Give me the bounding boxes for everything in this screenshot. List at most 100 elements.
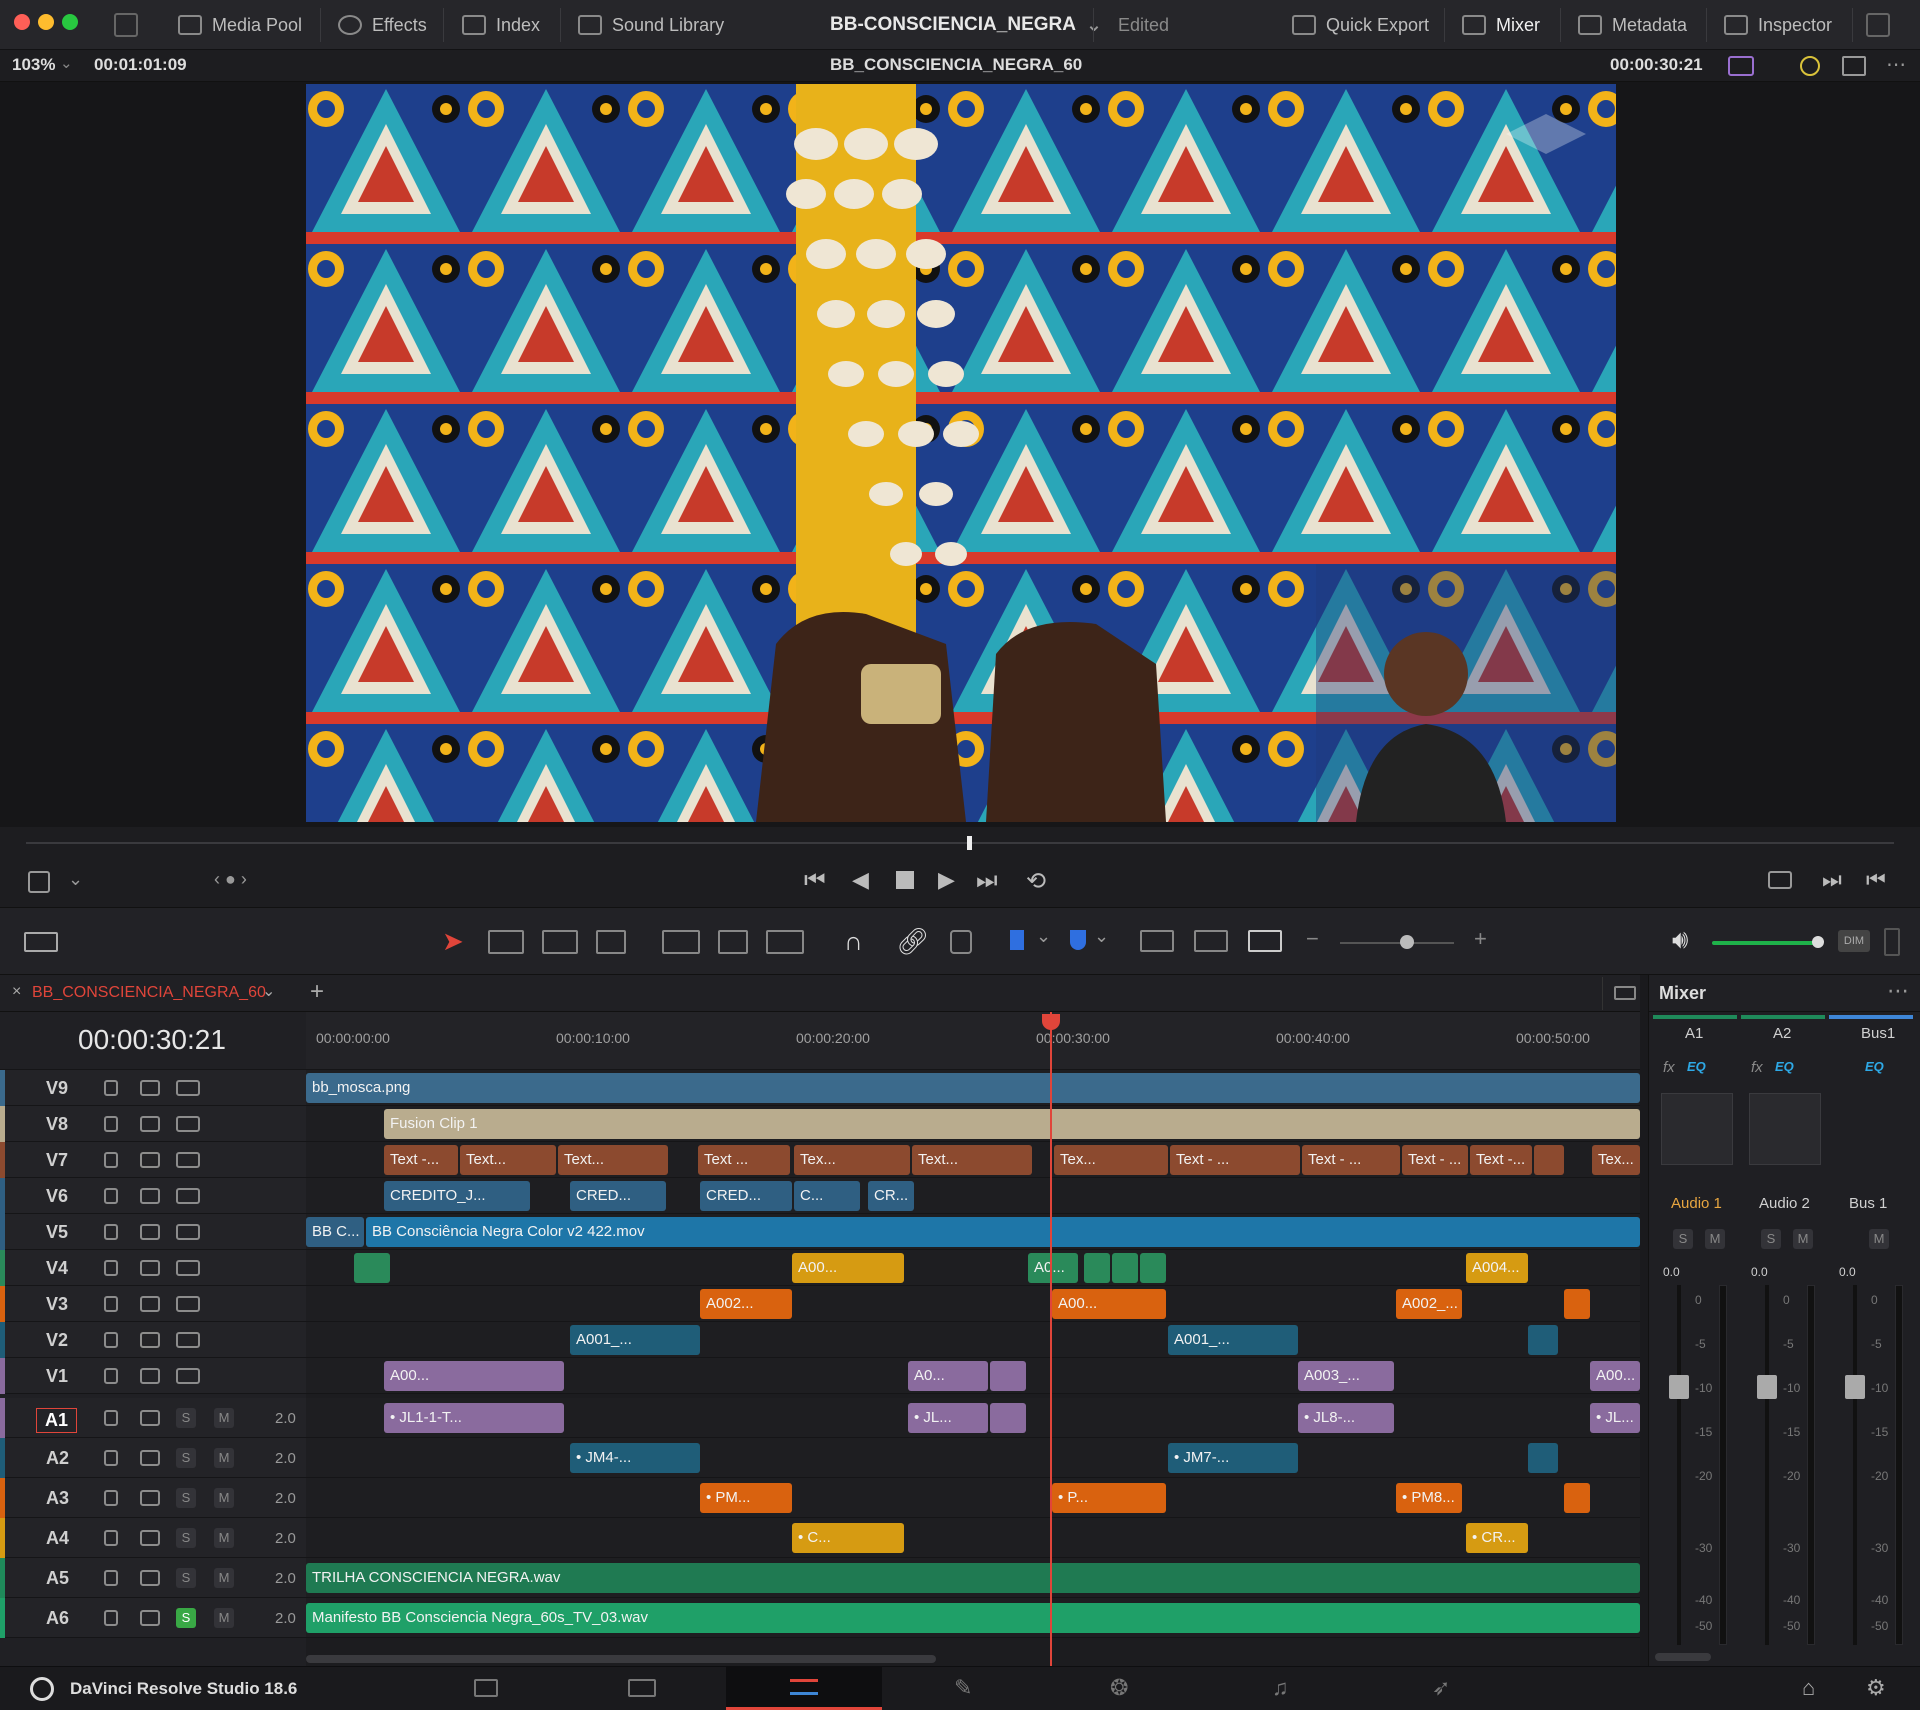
auto-select-icon[interactable] <box>140 1080 160 1096</box>
loop-icon[interactable]: ⟲ <box>1026 867 1046 896</box>
scrubber-playhead[interactable] <box>967 836 972 850</box>
track-header-v1[interactable]: V1 <box>0 1358 306 1394</box>
lock-icon[interactable] <box>104 1332 118 1348</box>
lane-a2[interactable] <box>306 1438 1640 1478</box>
timeline-options-icon[interactable] <box>1614 986 1636 1000</box>
more-options-icon[interactable]: ⋯ <box>1886 52 1906 77</box>
fx-button[interactable]: fx <box>1751 1059 1763 1076</box>
timeline-clip[interactable]: BB C... <box>306 1217 364 1247</box>
effects-button[interactable]: Effects <box>338 0 427 50</box>
timeline-clip[interactable] <box>1528 1443 1558 1473</box>
overwrite-clip-icon[interactable] <box>718 930 748 954</box>
track-enable-icon[interactable] <box>176 1116 200 1132</box>
timeline-clip[interactable]: C... <box>794 1181 860 1211</box>
track-header-v7[interactable]: V7 <box>0 1142 306 1178</box>
fader-handle[interactable] <box>1757 1375 1777 1399</box>
track-enable-icon[interactable] <box>176 1080 200 1096</box>
timeline-clip[interactable] <box>354 1253 390 1283</box>
trim-tool-icon[interactable] <box>488 930 524 954</box>
timeline-clip[interactable]: • CR... <box>1466 1523 1528 1553</box>
timeline-clip[interactable]: CREDITO_J... <box>384 1181 530 1211</box>
track-enable-icon[interactable] <box>176 1224 200 1240</box>
timeline-clip[interactable]: • P... <box>1052 1483 1166 1513</box>
timeline-tab[interactable]: BB_CONSCIENCIA_NEGRA_60 <box>32 984 266 1002</box>
solo-button[interactable]: S <box>176 1448 196 1468</box>
quick-export-button[interactable]: Quick Export <box>1292 0 1429 50</box>
lock-icon[interactable] <box>104 1368 118 1384</box>
timeline-clip[interactable]: A00... <box>1590 1361 1640 1391</box>
timeline-clip[interactable]: Text -... <box>384 1145 458 1175</box>
timeline-clip[interactable]: Text -... <box>1470 1145 1532 1175</box>
solo-button[interactable]: S <box>176 1408 196 1428</box>
lock-icon[interactable] <box>104 1450 118 1466</box>
track-enable-icon[interactable] <box>176 1332 200 1348</box>
auto-select-icon[interactable] <box>140 1490 160 1506</box>
timeline-clip[interactable]: A002_... <box>1396 1289 1462 1319</box>
auto-select-icon[interactable] <box>140 1224 160 1240</box>
metadata-button[interactable]: Metadata <box>1578 0 1687 50</box>
eq-button[interactable]: EQ <box>1687 1059 1706 1074</box>
timeline-clip[interactable]: A00... <box>1052 1289 1166 1319</box>
lock-icon[interactable] <box>104 1570 118 1586</box>
timeline-ruler[interactable]: 00:00:00:00 00:00:10:00 00:00:20:00 00:0… <box>306 1012 1640 1070</box>
zoom-slider-handle[interactable] <box>1400 935 1414 949</box>
chevron-down-icon[interactable]: ⌄ <box>68 869 83 890</box>
zoom-out-icon[interactable]: − <box>1306 926 1319 952</box>
lock-icon[interactable] <box>104 1296 118 1312</box>
timeline-clip[interactable]: Text - ... <box>1402 1145 1468 1175</box>
mixer-button[interactable]: Mixer <box>1462 0 1540 50</box>
timeline-clip[interactable] <box>1528 1325 1558 1355</box>
zoom-detail-icon[interactable] <box>1194 930 1228 952</box>
timeline-clip[interactable]: Text... <box>558 1145 668 1175</box>
track-header-v3[interactable]: V3 <box>0 1286 306 1322</box>
track-header-v8[interactable]: V8 <box>0 1106 306 1142</box>
zoom-custom-icon[interactable] <box>1248 930 1282 952</box>
lock-icon[interactable] <box>104 1152 118 1168</box>
timeline-timecode[interactable]: 00:00:30:21 <box>78 1024 226 1056</box>
chevron-down-icon[interactable]: ⌄ <box>1094 926 1109 947</box>
zoom-slider-track[interactable] <box>1340 942 1454 944</box>
insert-clip-icon[interactable] <box>662 930 700 954</box>
pan-control[interactable] <box>1661 1093 1733 1165</box>
auto-select-icon[interactable] <box>140 1116 160 1132</box>
timeline-clip[interactable]: • JL8-... <box>1298 1403 1394 1433</box>
mute-button[interactable]: M <box>214 1528 234 1548</box>
timeline-tracks-area[interactable]: 00:00:00:00 00:00:10:00 00:00:20:00 00:0… <box>306 1012 1640 1666</box>
timeline-clip[interactable]: • JM7-... <box>1168 1443 1298 1473</box>
timeline-clip[interactable]: bb_mosca.png <box>306 1073 1640 1103</box>
track-header-v4[interactable]: V4 <box>0 1250 306 1286</box>
dual-viewer-icon[interactable] <box>1842 56 1866 76</box>
timeline-clip[interactable]: A001_... <box>1168 1325 1298 1355</box>
timeline-clip[interactable]: CRED... <box>570 1181 666 1211</box>
proxy-icon[interactable] <box>1728 56 1754 76</box>
next-edit-icon[interactable]: ⏭ <box>1822 867 1842 893</box>
lock-icon[interactable] <box>104 1490 118 1506</box>
timeline-clip[interactable]: Tex... <box>794 1145 910 1175</box>
auto-select-icon[interactable] <box>140 1610 160 1626</box>
solo-button[interactable]: S <box>176 1608 196 1628</box>
cut-page-icon[interactable] <box>628 1679 656 1697</box>
mute-button[interactable]: M <box>1705 1229 1725 1249</box>
zoom-window-button[interactable] <box>62 14 78 30</box>
mixer-scrollbar[interactable] <box>1655 1653 1711 1661</box>
zoom-level[interactable]: 103% <box>12 55 55 75</box>
media-pool-button[interactable]: Media Pool <box>178 0 302 50</box>
lock-icon[interactable] <box>104 1080 118 1096</box>
timeline-clip[interactable] <box>1564 1289 1590 1319</box>
lock-icon[interactable] <box>104 1224 118 1240</box>
timeline-clip[interactable]: BB Consciência Negra Color v2 422.mov <box>366 1217 1640 1247</box>
fader-handle[interactable] <box>1845 1375 1865 1399</box>
timeline-clip[interactable]: TRILHA CONSCIENCIA NEGRA.wav <box>306 1563 1640 1593</box>
timeline-clip[interactable] <box>990 1361 1026 1391</box>
timeline-clip[interactable]: • PM... <box>700 1483 792 1513</box>
play-icon[interactable]: ▶ <box>938 867 955 893</box>
timeline-clip[interactable]: • JM4-... <box>570 1443 700 1473</box>
timeline-clip[interactable]: • C... <box>792 1523 904 1553</box>
track-enable-icon[interactable] <box>176 1260 200 1276</box>
track-enable-icon[interactable] <box>176 1188 200 1204</box>
zoom-in-icon[interactable]: + <box>1474 926 1487 952</box>
timeline-clip[interactable]: A001_... <box>570 1325 700 1355</box>
fusion-page-icon[interactable]: ✎ <box>954 1675 972 1701</box>
timeline-name[interactable]: BB_CONSCIENCIA_NEGRA_60 <box>830 55 1082 75</box>
mute-button[interactable]: M <box>214 1488 234 1508</box>
